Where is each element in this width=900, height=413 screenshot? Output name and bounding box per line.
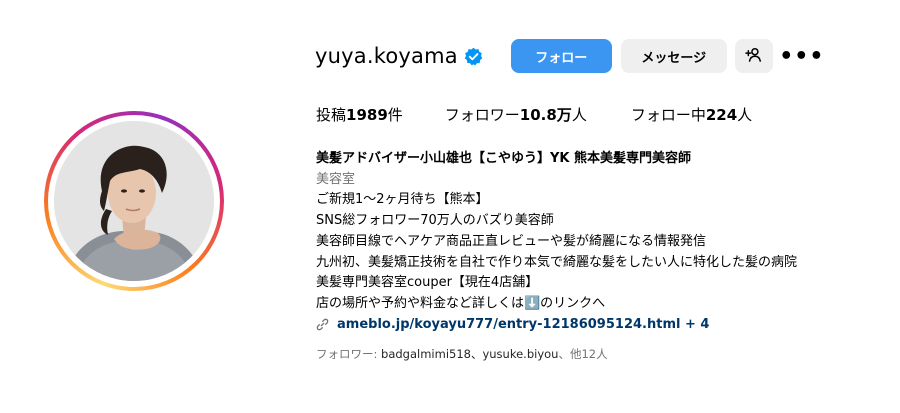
- followers-value: 10.8万: [519, 106, 572, 124]
- bio-line: 店の場所や予約や料金など詳しくは⬇️のリンクへ: [316, 295, 606, 311]
- bio-line: 美容師目線でヘアケア商品正直レビューや髪が綺麗になる情報発信: [316, 233, 707, 249]
- followed-by-names: badgalmimi518、yusuke.biyou: [381, 347, 559, 361]
- profile-stats: 投稿 1989 件 フォロワー 10.8万人 フォロー中 224 人: [316, 104, 752, 125]
- profile-bio: 美髪アドバイザー小山雄也【こやゆう】YK 熊本美髪専門美容師 美容室 ご新規1〜…: [316, 149, 886, 335]
- avatar-photo: [54, 121, 214, 281]
- more-options-button[interactable]: •••: [779, 39, 823, 73]
- bio-line: 九州初、美髪矯正技術を自社で作り本気で綺麗な髪をしたい人に特化した髪の病院: [316, 254, 798, 270]
- posts-value: 1989: [346, 106, 388, 124]
- profile-header: yuya.koyama フォロー メッセージ •••: [315, 38, 823, 74]
- following-link[interactable]: フォロー中 224 人: [631, 104, 752, 125]
- followers-label: フォロワー: [444, 106, 520, 124]
- display-name: 美髪アドバイザー小山雄也【こやゆう】YK 熊本美髪専門美容師: [316, 151, 692, 166]
- bio-line: ご新規1〜2ヶ月待ち【熊本】: [316, 192, 489, 208]
- story-ring[interactable]: [44, 111, 224, 291]
- posts-label: 投稿: [316, 106, 347, 124]
- following-value: 224: [705, 106, 738, 124]
- follow-button[interactable]: フォロー: [510, 39, 612, 73]
- verified-badge-icon: [464, 47, 483, 66]
- posts-unit: 件: [387, 106, 403, 124]
- avatar[interactable]: [54, 121, 214, 281]
- followed-by-prefix: フォロワー:: [316, 347, 382, 361]
- add-user-icon: [745, 47, 762, 66]
- following-label: フォロー中: [630, 106, 706, 124]
- category-label: 美容室: [316, 171, 356, 187]
- bio-line: SNS総フォロワー70万人のバズり美容師: [316, 213, 554, 229]
- external-link-text: ameblo.jp/koyayu777/entry-12186095124.ht…: [337, 316, 710, 332]
- suggested-users-button[interactable]: [734, 39, 773, 73]
- bio-line: 美髪専門美容室couper【現在4店舗】: [316, 275, 539, 291]
- message-button[interactable]: メッセージ: [620, 39, 727, 73]
- avatar-border: [48, 115, 220, 287]
- link-icon: [316, 318, 329, 331]
- posts-count: 投稿 1989 件: [316, 104, 403, 125]
- following-unit: 人: [737, 106, 753, 124]
- external-link[interactable]: ameblo.jp/koyayu777/entry-12186095124.ht…: [316, 315, 886, 336]
- username: yuya.koyama: [315, 44, 458, 68]
- followed-by[interactable]: フォロワー: badgalmimi518、yusuke.biyou、他12人: [316, 346, 608, 362]
- followed-by-suffix: 、他12人: [558, 347, 608, 361]
- followers-link[interactable]: フォロワー 10.8万人: [445, 104, 587, 125]
- followers-unit: 人: [571, 106, 587, 124]
